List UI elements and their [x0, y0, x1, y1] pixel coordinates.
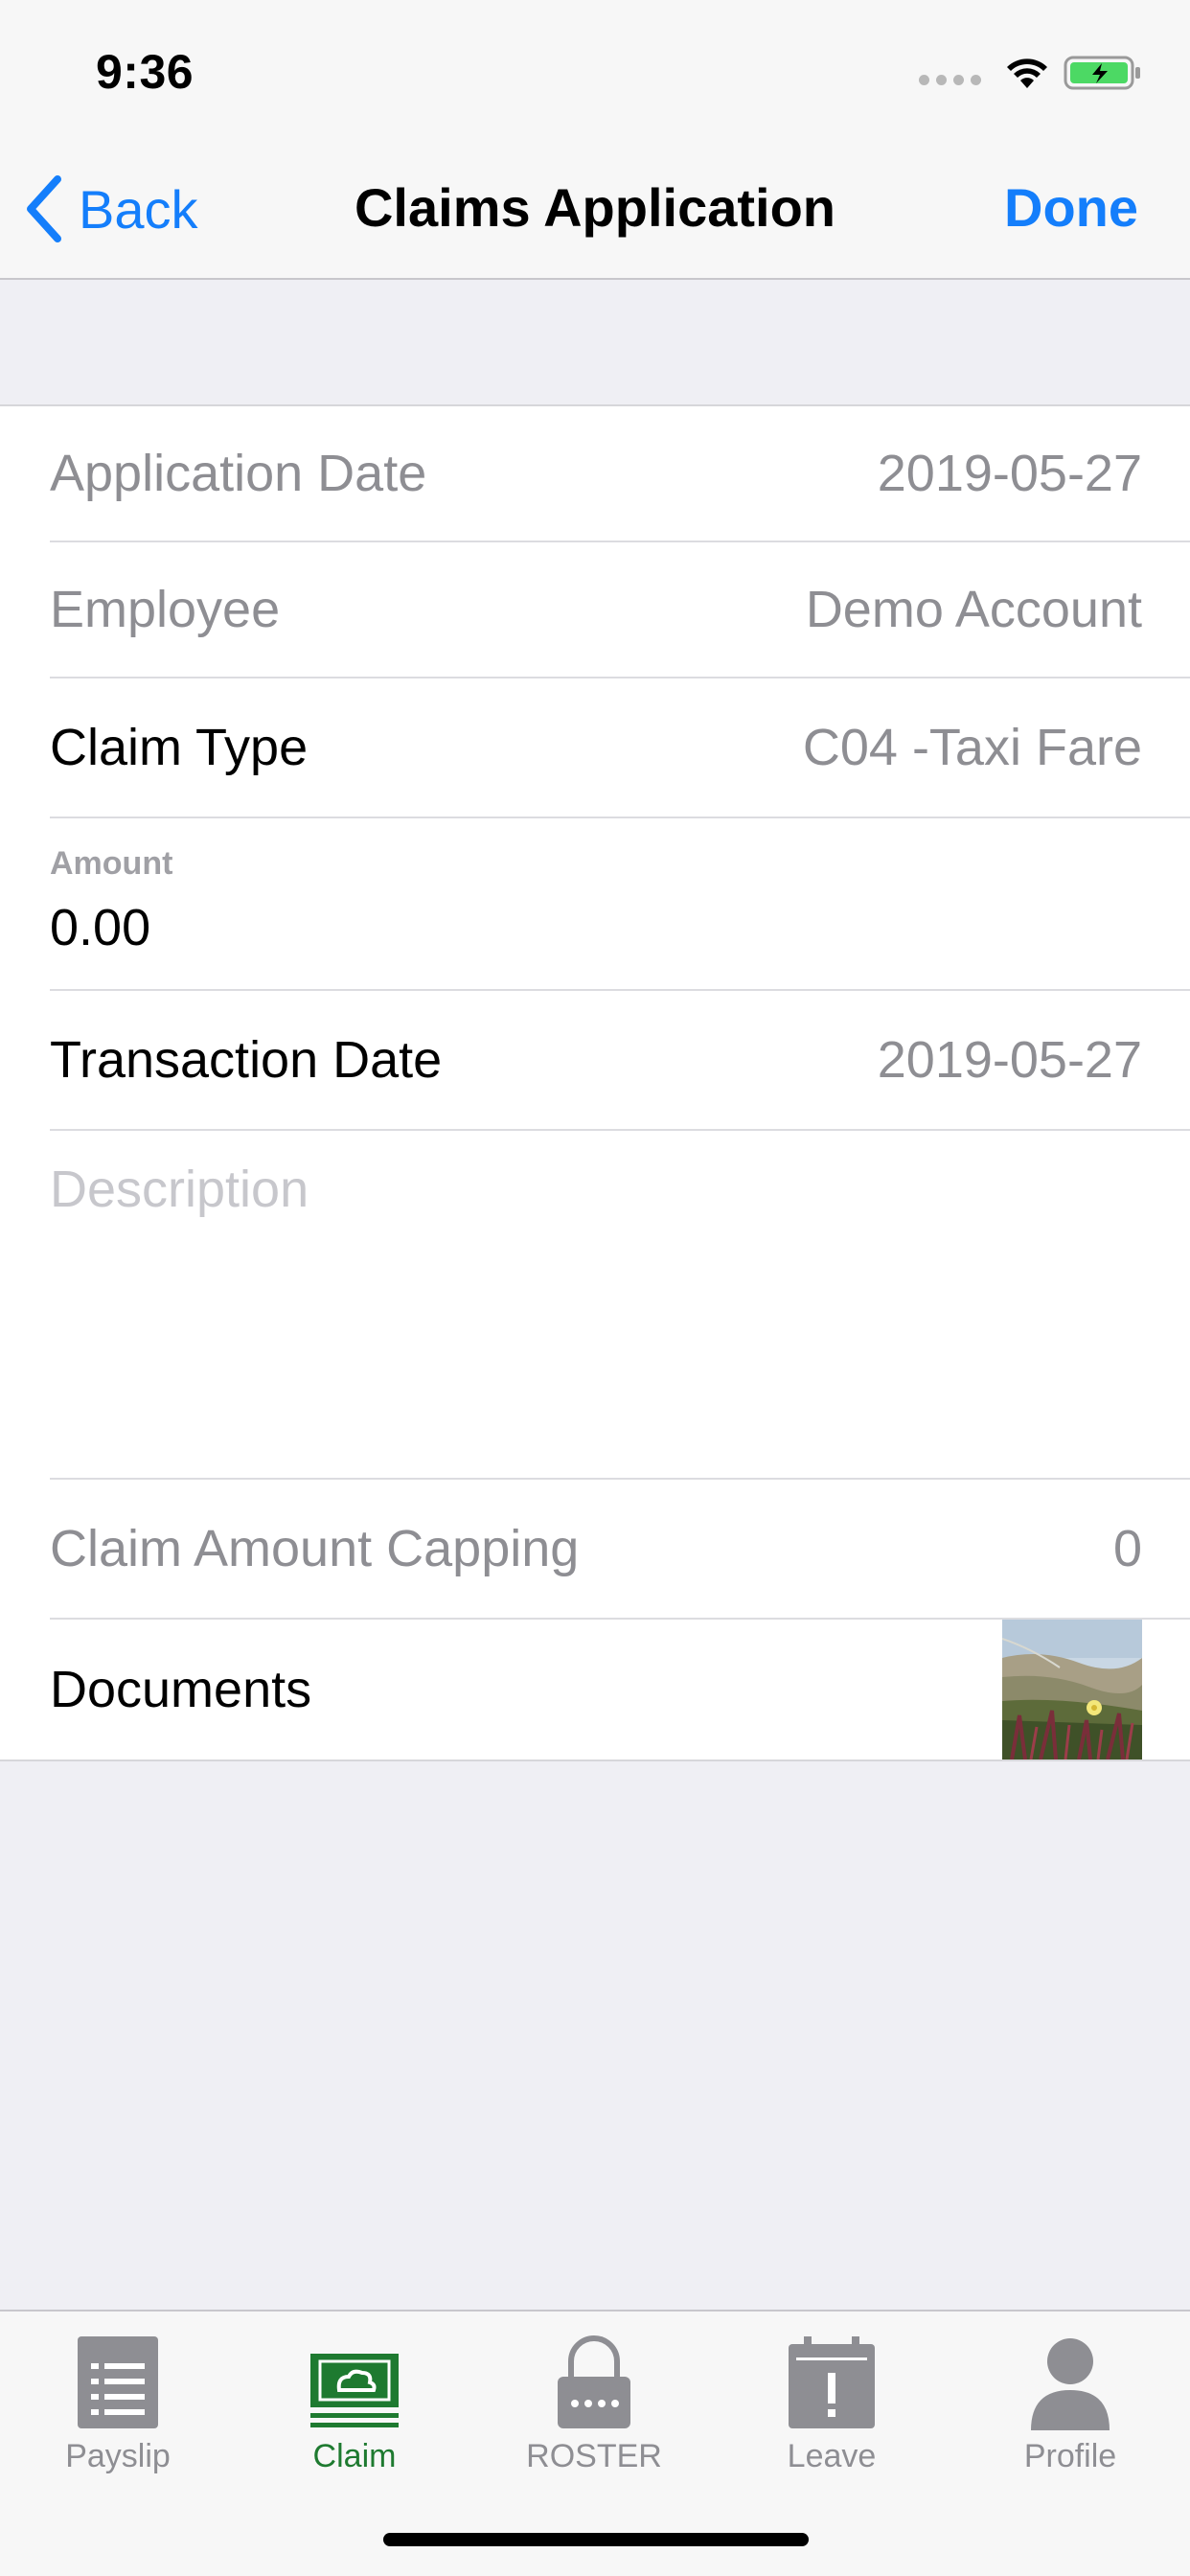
screen: 9:36 Back Claims Application Done Applic… [0, 0, 1190, 2576]
claim-capping-label: Claim Amount Capping [50, 1520, 580, 1577]
application-date-row: Application Date 2019-05-27 [50, 406, 1190, 542]
status-indicators [919, 50, 1142, 96]
tab-profile-label: Profile [1023, 2438, 1117, 2474]
description-placeholder: Description [50, 1161, 309, 1218]
claim-type-value: C04 -Taxi Fare [802, 719, 1142, 776]
claim-form: Application Date 2019-05-27 Employee Dem… [0, 404, 1190, 1761]
employee-row: Employee Demo Account [50, 542, 1190, 678]
application-date-value: 2019-05-27 [877, 445, 1142, 502]
transaction-date-value: 2019-05-27 [877, 1031, 1142, 1089]
payslip-icon [78, 2336, 158, 2428]
status-time: 9:36 [96, 45, 195, 99]
claim-type-row[interactable]: Claim Type C04 -Taxi Fare [50, 678, 1190, 818]
claim-capping-row: Claim Amount Capping 0 [50, 1480, 1190, 1620]
transaction-date-row[interactable]: Transaction Date 2019-05-27 [50, 991, 1190, 1131]
documents-label: Documents [50, 1661, 312, 1718]
leave-icon [789, 2336, 875, 2428]
amount-value[interactable]: 0.00 [50, 898, 1142, 957]
document-thumbnail[interactable] [1002, 1620, 1142, 1760]
tab-payslip[interactable]: Payslip [22, 2325, 214, 2475]
employee-value: Demo Account [805, 581, 1142, 638]
home-indicator [383, 2533, 809, 2546]
description-field[interactable]: Description [50, 1131, 1190, 1480]
amount-label: Amount [50, 845, 173, 882]
wifi-icon [1007, 58, 1047, 88]
tab-claim[interactable]: Claim [259, 2325, 450, 2475]
tab-roster[interactable]: ROSTER [498, 2325, 690, 2475]
documents-row[interactable]: Documents [50, 1620, 1190, 1760]
tab-leave[interactable]: Leave [736, 2325, 927, 2475]
battery-icon [1064, 56, 1140, 90]
navigation-bar: 9:36 Back Claims Application Done [0, 0, 1190, 280]
done-button[interactable]: Done [1004, 176, 1138, 239]
tab-profile[interactable]: Profile [974, 2325, 1166, 2475]
tab-claim-label: Claim [312, 2438, 397, 2474]
employee-label: Employee [50, 581, 281, 638]
transaction-date-label: Transaction Date [50, 1031, 443, 1089]
claim-icon [310, 2354, 399, 2427]
tab-leave-label: Leave [787, 2438, 877, 2474]
claim-capping-value: 0 [1112, 1520, 1142, 1577]
tab-payslip-label: Payslip [65, 2438, 171, 2474]
profile-icon [1031, 2338, 1110, 2430]
amount-field[interactable]: Amount 0.00 [50, 818, 1190, 991]
roster-icon [558, 2335, 630, 2428]
tab-roster-label: ROSTER [526, 2438, 662, 2474]
application-date-label: Application Date [50, 445, 427, 502]
claim-type-label: Claim Type [50, 719, 309, 776]
cellular-signal-icon [919, 74, 981, 85]
